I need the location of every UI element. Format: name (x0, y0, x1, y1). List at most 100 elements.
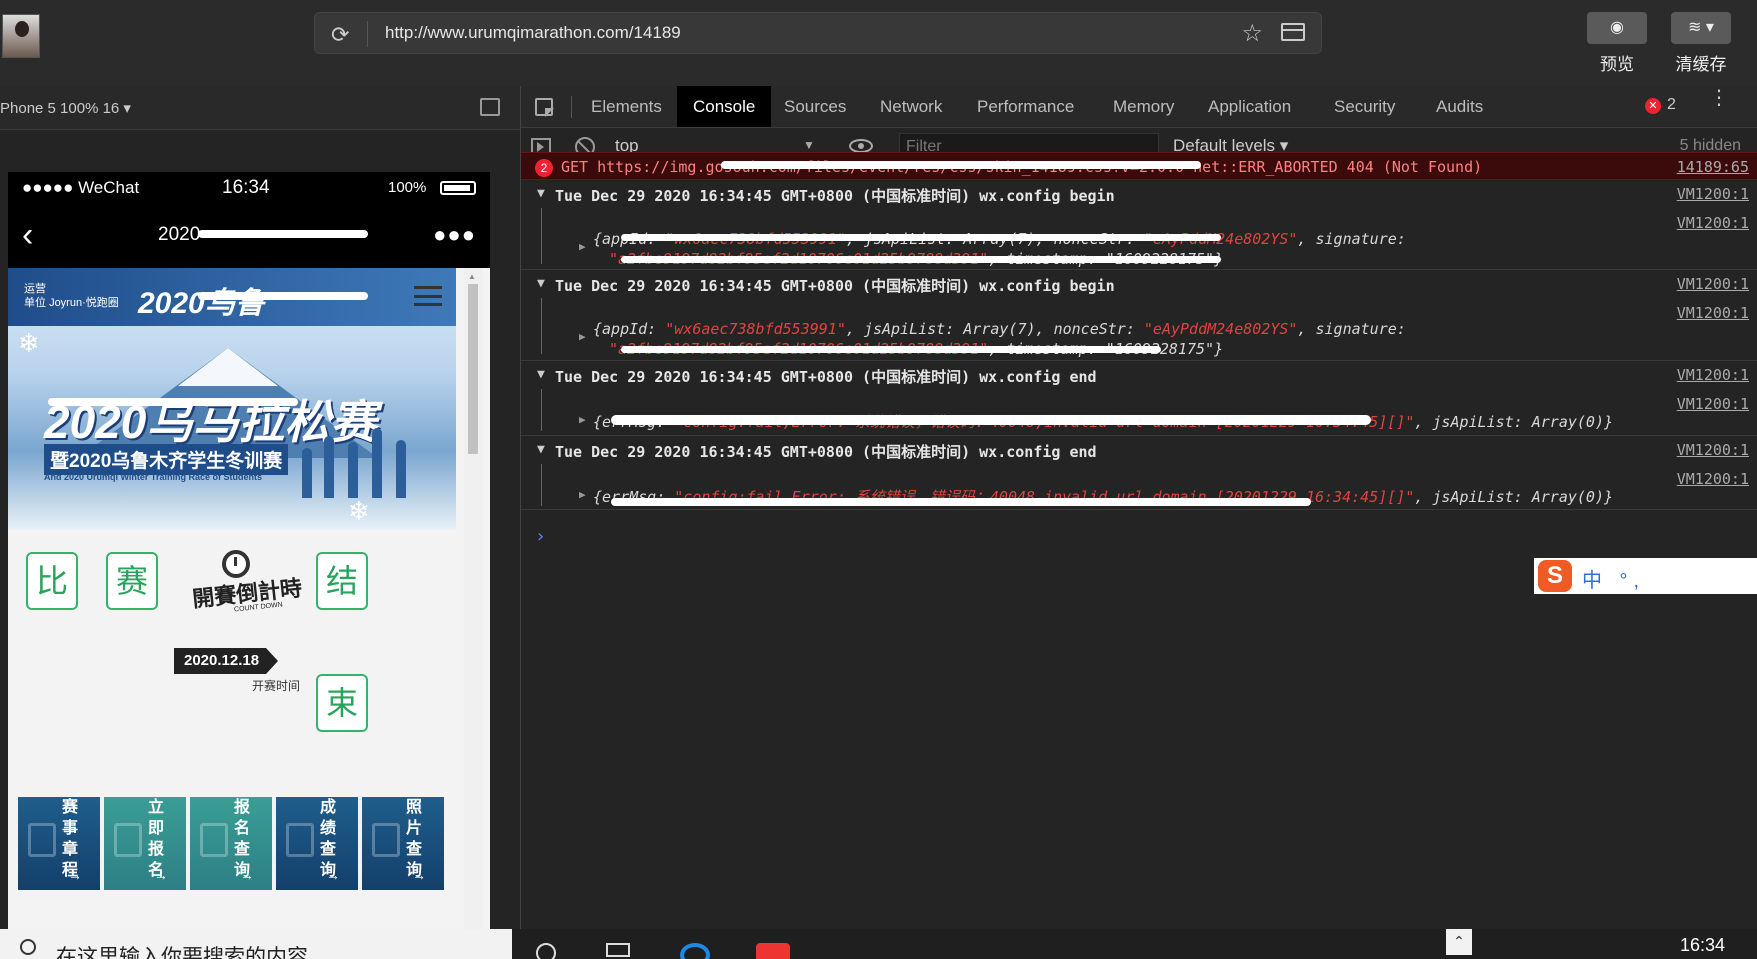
ime-toolbar[interactable]: S 中 °, (1534, 558, 1757, 594)
source-link[interactable]: VM1200:1 (1677, 366, 1749, 384)
tab-application[interactable]: Application (1192, 86, 1307, 127)
user-avatar[interactable] (2, 14, 40, 58)
org-line-2: 单位 (24, 297, 46, 309)
more-icon[interactable]: ●●● (433, 222, 476, 248)
clear-cache-button[interactable]: ≋ ▾ 清缓存 (1666, 12, 1736, 76)
browser-top-bar: ⟳ http://www.urumqimarathon.com/14189 ☆ … (0, 0, 1757, 86)
hamburger-menu-icon[interactable] (414, 286, 442, 306)
console-output: 2 GET https://img.gosouh.com/files/event… (521, 152, 1757, 926)
task-view-icon[interactable] (536, 943, 556, 959)
console-group: ▼ Tue Dec 29 2020 16:34:45 GMT+0800 (中国标… (521, 436, 1757, 510)
reload-icon[interactable]: ⟳ (331, 22, 349, 48)
chevron-down-icon[interactable]: ▼ (803, 138, 815, 152)
layers-icon: ≋ ▾ (1671, 12, 1731, 44)
marathon-banner: 运营 单位 Joyrun·悦跑圈 2020乌鲁 ❄ ❄ 2020乌马拉松赛 暨2… (8, 268, 456, 530)
tab-elements[interactable]: Elements (575, 86, 678, 127)
more-options-icon[interactable]: ⋮ (1709, 88, 1729, 108)
scrollbar-thumb[interactable] (468, 284, 478, 454)
snow-cap-graphic (178, 348, 278, 386)
source-link[interactable]: VM1200:1 (1677, 441, 1749, 459)
ime-mode[interactable]: 中 °, (1582, 564, 1645, 593)
tab-audits[interactable]: Audits (1420, 86, 1499, 127)
tab-sources[interactable]: Sources (768, 86, 862, 127)
nav-title: 2020 (158, 224, 201, 245)
status-tile: 束 (316, 674, 368, 732)
document-icon (28, 823, 56, 857)
page-scrollbar[interactable]: ▲ (464, 268, 482, 932)
nav-tile-registration-query[interactable]: 报名查询 → (190, 797, 272, 890)
error-count[interactable]: 2 (1667, 96, 1676, 114)
collapse-caret-icon[interactable]: ▼ (537, 276, 545, 291)
redaction (721, 161, 1201, 169)
expand-caret-icon[interactable]: ▶ (579, 330, 586, 343)
inspect-element-icon[interactable] (535, 98, 554, 117)
redaction (611, 415, 1371, 425)
taskbar-window-icon[interactable] (606, 943, 630, 957)
stopwatch-icon (222, 550, 250, 578)
status-tile: 赛 (106, 552, 158, 610)
nav-tile-results-query[interactable]: 成绩查询 → (276, 797, 358, 890)
redaction (48, 398, 298, 406)
group-indent-line (541, 389, 542, 431)
redaction (621, 234, 1221, 241)
tab-memory[interactable]: Memory (1097, 86, 1190, 127)
source-link[interactable]: VM1200:1 (1677, 395, 1749, 413)
eye-icon: ◉ (1587, 12, 1647, 44)
tab-network[interactable]: Network (864, 86, 958, 127)
collapse-caret-icon[interactable]: ▼ (537, 442, 545, 457)
collapse-caret-icon[interactable]: ▼ (537, 367, 545, 382)
runners-graphic (298, 408, 418, 498)
back-icon[interactable]: ‹ (22, 216, 33, 255)
url-text[interactable]: http://www.urumqimarathon.com/14189 (385, 23, 681, 43)
expand-caret-icon[interactable]: ▶ (579, 413, 586, 426)
bookmark-star-icon[interactable]: ☆ (1241, 19, 1263, 48)
source-link[interactable]: VM1200:1 (1677, 304, 1749, 322)
organizer-label: 运营 单位 Joyrun·悦跑圈 (24, 282, 119, 310)
console-prompt[interactable]: › (535, 526, 546, 547)
redaction (621, 346, 1161, 353)
phone-clock: 16:34 (222, 177, 270, 198)
tab-performance[interactable]: Performance (961, 86, 1090, 127)
folder-icon[interactable] (1281, 23, 1305, 41)
system-tray-chevron-icon[interactable]: ⌃ (1446, 929, 1472, 955)
source-link[interactable]: VM1200:1 (1677, 275, 1749, 293)
scroll-up-icon[interactable]: ▲ (468, 272, 476, 281)
id-card-icon (200, 823, 228, 857)
group-title[interactable]: Tue Dec 29 2020 16:34:45 GMT+0800 (中国标准时… (555, 366, 1097, 387)
clear-cache-label: 清缓存 (1675, 55, 1727, 74)
expand-caret-icon[interactable]: ▶ (579, 488, 586, 501)
youdao-app-icon[interactable] (756, 943, 790, 959)
group-title[interactable]: Tue Dec 29 2020 16:34:45 GMT+0800 (中国标准时… (555, 275, 1115, 296)
windows-taskbar: 在这里输入你要搜索的内容 ⌃ 16:34 (0, 929, 1757, 959)
tab-security[interactable]: Security (1318, 86, 1411, 127)
sogou-logo-icon[interactable]: S (1538, 560, 1572, 592)
taskbar-clock[interactable]: 16:34 (1680, 935, 1725, 956)
source-link[interactable]: 14189:65 (1677, 158, 1749, 176)
console-group: ▼ Tue Dec 29 2020 16:34:45 GMT+0800 (中国标… (521, 180, 1757, 270)
preview-button[interactable]: ◉ 预览 (1582, 12, 1652, 76)
tab-console[interactable]: Console (677, 86, 772, 127)
object-preview[interactable]: {appId: "wx6aec738bfd553991", jsApiList:… (593, 320, 1406, 338)
snowflake-icon: ❄ (348, 496, 370, 526)
group-indent-line (541, 208, 542, 264)
error-icon[interactable]: ✕ (1645, 98, 1661, 114)
source-link[interactable]: VM1200:1 (1677, 185, 1749, 203)
nav-tile-register[interactable]: 立即报名 → (104, 797, 186, 890)
group-title[interactable]: Tue Dec 29 2020 16:34:45 GMT+0800 (中国标准时… (555, 185, 1115, 206)
error-icon: 2 (535, 159, 553, 177)
nav-tile-photo-query[interactable]: 照片查询 → (362, 797, 444, 890)
battery-percent: 100% (388, 179, 427, 196)
device-selector[interactable]: Phone 5 100% 16 ▾ (0, 99, 131, 117)
taskbar-search[interactable]: 在这里输入你要搜索的内容 (0, 929, 512, 959)
nav-tile-rules[interactable]: 赛事章程 → (18, 797, 100, 890)
rotate-icon[interactable] (480, 98, 500, 116)
address-bar[interactable]: ⟳ http://www.urumqimarathon.com/14189 ☆ (314, 12, 1322, 54)
source-link[interactable]: VM1200:1 (1677, 214, 1749, 232)
source-link[interactable]: VM1200:1 (1677, 470, 1749, 488)
browser-app-icon[interactable] (680, 943, 710, 959)
console-group: ▼ Tue Dec 29 2020 16:34:45 GMT+0800 (中国标… (521, 361, 1757, 436)
expand-caret-icon[interactable]: ▶ (579, 240, 586, 253)
live-expression-eye-icon[interactable] (849, 139, 873, 153)
group-title[interactable]: Tue Dec 29 2020 16:34:45 GMT+0800 (中国标准时… (555, 441, 1097, 462)
collapse-caret-icon[interactable]: ▼ (537, 186, 545, 201)
